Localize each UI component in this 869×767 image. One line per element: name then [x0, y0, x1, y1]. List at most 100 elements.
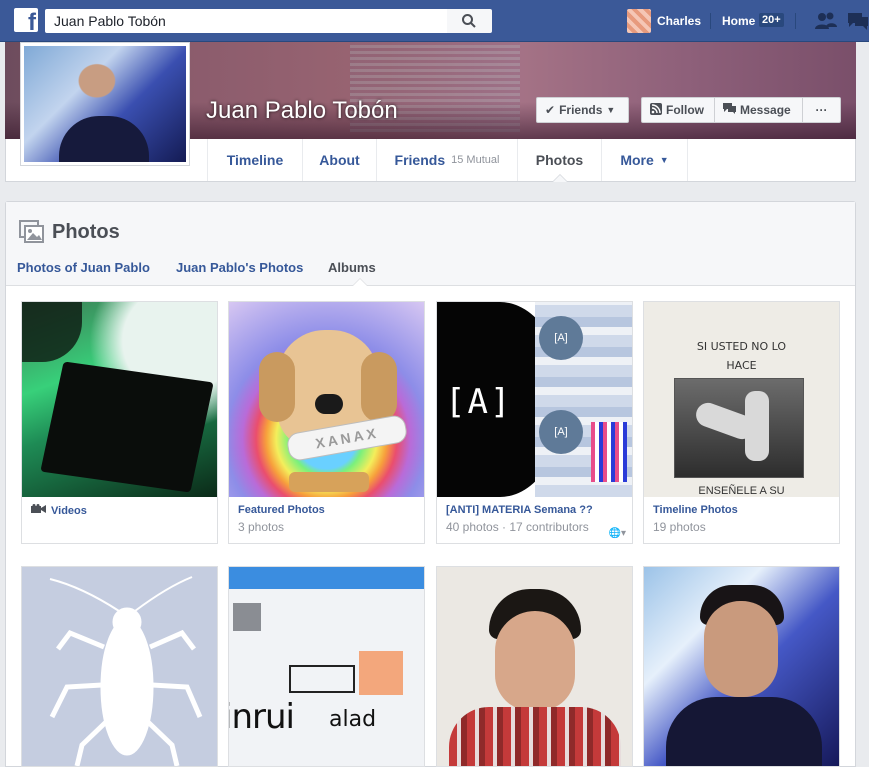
album-thumbnail[interactable]: inrui alad	[229, 567, 424, 766]
screenshot-tile	[359, 651, 403, 695]
tab-albums[interactable]: Albums	[328, 260, 376, 275]
sign-line: HACE	[726, 359, 757, 372]
album-card[interactable]	[436, 566, 633, 767]
album-meta: Featured Photos 3 photos	[229, 497, 424, 543]
profile-picture-image	[24, 46, 186, 162]
thumbnail-object	[40, 361, 214, 493]
album-title[interactable]: [ANTI] MATERIA Semana ??	[446, 504, 623, 516]
follow-button[interactable]: Follow	[641, 97, 716, 123]
globe-icon[interactable]: 🌐▾	[609, 528, 626, 539]
photos-icon	[19, 220, 44, 243]
album-card[interactable]: SI USTED NO LO HACE ENSEÑELE A SU Timeli…	[643, 301, 840, 544]
thumbnail-sign-text: ENSEÑELE A SU	[644, 485, 839, 497]
search-button[interactable]	[447, 9, 492, 33]
album-title[interactable]: Featured Photos	[238, 504, 415, 516]
tab-photos-of[interactable]: Photos of Juan Pablo	[17, 260, 150, 275]
active-tab-indicator	[552, 174, 568, 182]
top-navigation-bar: f Juan Pablo Tobón Charles Home 20+	[0, 0, 869, 42]
logo-text: [A]	[445, 382, 513, 422]
follow-button-label: Follow	[666, 103, 704, 117]
thumbnail-face	[704, 601, 778, 697]
album-thumbnail[interactable]: [A] [A] [A]	[437, 302, 632, 497]
album-card[interactable]	[21, 566, 218, 767]
screenshot-bar	[229, 567, 424, 589]
sign-line: SI USTED NO LO	[696, 340, 787, 353]
sign-line: ENSEÑELE A SU	[698, 485, 785, 497]
album-meta: Videos	[22, 497, 217, 543]
message-button-label: Message	[740, 103, 791, 117]
album-thumbnail[interactable]	[437, 567, 632, 766]
thumbnail-image	[674, 378, 804, 478]
album-card[interactable]	[643, 566, 840, 767]
screenshot-text: inrui	[229, 697, 295, 737]
screenshot-text-a: inrui	[229, 697, 295, 737]
tab-label: Photos	[535, 152, 584, 168]
tab-timeline[interactable]: Timeline	[207, 139, 302, 181]
facebook-logo[interactable]: f	[14, 8, 38, 36]
album-count: 3 photos	[238, 520, 285, 534]
search-icon	[462, 14, 476, 28]
ellipsis-icon: ···	[815, 103, 828, 117]
collage-text: [A]	[554, 426, 568, 438]
thumbnail-puppy-nose	[315, 394, 343, 414]
search-input[interactable]: Juan Pablo Tobón	[45, 9, 447, 33]
page-title: Photos	[52, 221, 120, 243]
tab-friends[interactable]: Friends 15 Mutual	[376, 139, 517, 181]
screenshot-text: alad	[329, 707, 376, 732]
friend-requests-icon[interactable]	[814, 11, 838, 31]
home-link[interactable]: Home	[722, 14, 755, 28]
album-thumbnail[interactable]	[644, 567, 839, 766]
thumbnail-logo: [A]	[445, 382, 512, 422]
tab-about[interactable]: About	[302, 139, 376, 181]
thumbnail-puppy-ear	[361, 352, 397, 422]
check-icon: ✔	[545, 103, 556, 117]
logo-glyph: f	[28, 9, 36, 36]
profile-picture[interactable]	[20, 42, 190, 166]
messages-icon[interactable]	[846, 11, 869, 31]
tab-users-photos[interactable]: Juan Pablo's Photos	[176, 260, 303, 275]
tab-more[interactable]: More ▼	[601, 139, 688, 181]
thumbnail-object	[22, 302, 82, 362]
home-badge: 20+	[759, 13, 784, 27]
pill-text: XANAX	[314, 424, 380, 452]
album-thumbnail[interactable]	[22, 567, 217, 766]
album-meta: [ANTI] MATERIA Semana ?? 40 photos · 17 …	[437, 497, 632, 543]
friends-button-label: Friends	[559, 103, 603, 117]
profile-name[interactable]: Juan Pablo Tobón	[206, 97, 398, 125]
album-card[interactable]: [A] [A] [A] [ANTI] MATERIA Semana ?? 40 …	[436, 301, 633, 544]
user-name: Charles	[657, 14, 702, 28]
album-thumbnail[interactable]: XANAX	[229, 302, 424, 497]
thumbnail-shirt	[666, 697, 822, 766]
message-icon	[723, 103, 736, 117]
more-options-button[interactable]: ···	[802, 97, 841, 123]
divider	[710, 13, 711, 29]
album-title[interactable]: Videos	[31, 504, 208, 517]
album-card[interactable]: Videos	[21, 301, 218, 544]
album-title[interactable]: Timeline Photos	[653, 504, 830, 516]
tab-label: Friends	[394, 152, 446, 168]
album-thumbnail[interactable]: SI USTED NO LO HACE ENSEÑELE A SU	[644, 302, 839, 497]
album-thumbnail[interactable]	[22, 302, 217, 497]
mutual-friends-count: 15 Mutual	[451, 154, 500, 166]
friends-button[interactable]: ✔ Friends ▼	[536, 97, 629, 123]
screenshot-text-b: alad	[329, 707, 377, 732]
collage-circle: [A]	[539, 316, 583, 360]
tab-label: About	[319, 152, 360, 168]
cockroach-placeholder-icon	[49, 576, 203, 766]
tab-label: More	[620, 152, 654, 168]
avatar	[627, 9, 651, 33]
album-card[interactable]: inrui alad	[228, 566, 425, 767]
message-button[interactable]: Message	[714, 97, 804, 123]
collage-tile	[591, 422, 627, 482]
thumbnail-collar	[289, 472, 369, 492]
album-title-text: Videos	[51, 504, 87, 517]
user-profile-link[interactable]: Charles	[627, 9, 701, 33]
thumbnail-puppy-ear	[259, 352, 295, 422]
album-count: 40 photos · 17 contributors	[446, 520, 589, 534]
thumbnail-collage: [A] [A]	[535, 302, 632, 497]
active-tab-indicator	[352, 278, 368, 286]
chevron-down-icon: ▼	[606, 105, 616, 115]
album-card[interactable]: XANAX Featured Photos 3 photos	[228, 301, 425, 544]
screenshot-tile	[233, 603, 261, 631]
photos-header: Photos Photos of Juan Pablo Juan Pablo's…	[6, 202, 855, 286]
